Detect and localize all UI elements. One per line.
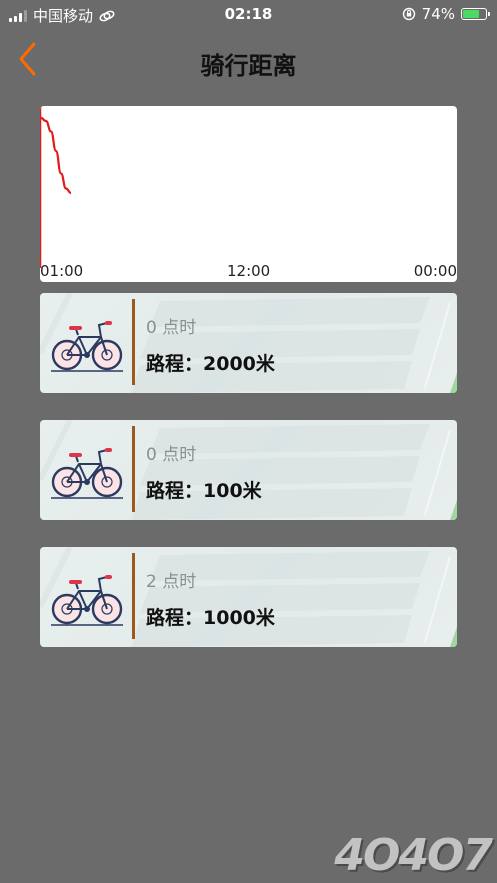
card-divider — [132, 299, 135, 385]
watermark-logo: 4O4O7 — [334, 830, 493, 881]
distance-chart: 01:00 12:00 00:00 — [40, 106, 457, 282]
record-hour: 2 点时 — [146, 572, 197, 592]
battery-percent: 74% — [421, 5, 455, 23]
x-tick-label: 01:00 — [40, 262, 84, 280]
record-distance: 路程：100米 — [146, 480, 262, 502]
record-distance: 路程：2000米 — [146, 353, 275, 375]
card-divider — [132, 426, 135, 512]
x-tick-label: 12:00 — [227, 262, 271, 280]
bicycle-icon — [51, 321, 123, 372]
card-divider — [132, 553, 135, 639]
battery-icon — [461, 8, 490, 20]
ride-record-card[interactable]: 2 点时 路程：1000米 — [40, 547, 457, 647]
bicycle-icon — [51, 448, 123, 499]
chart-plot — [40, 106, 72, 268]
page-title: 骑行距离 — [200, 52, 297, 80]
record-hour: 0 点时 — [146, 445, 197, 465]
series-line — [40, 116, 72, 195]
x-tick-label: 00:00 — [413, 262, 457, 280]
record-hour: 0 点时 — [146, 318, 197, 338]
record-distance: 路程：1000米 — [146, 607, 275, 629]
status-bar: 中国移动 02:18 74% — [0, 0, 497, 30]
rotation-lock-icon — [402, 7, 415, 21]
ride-record-card[interactable]: 0 点时 路程：2000米 — [40, 293, 457, 393]
ride-record-card[interactable]: 0 点时 路程：100米 — [40, 420, 457, 520]
bicycle-icon — [51, 575, 123, 626]
status-right: 74% — [402, 5, 490, 23]
